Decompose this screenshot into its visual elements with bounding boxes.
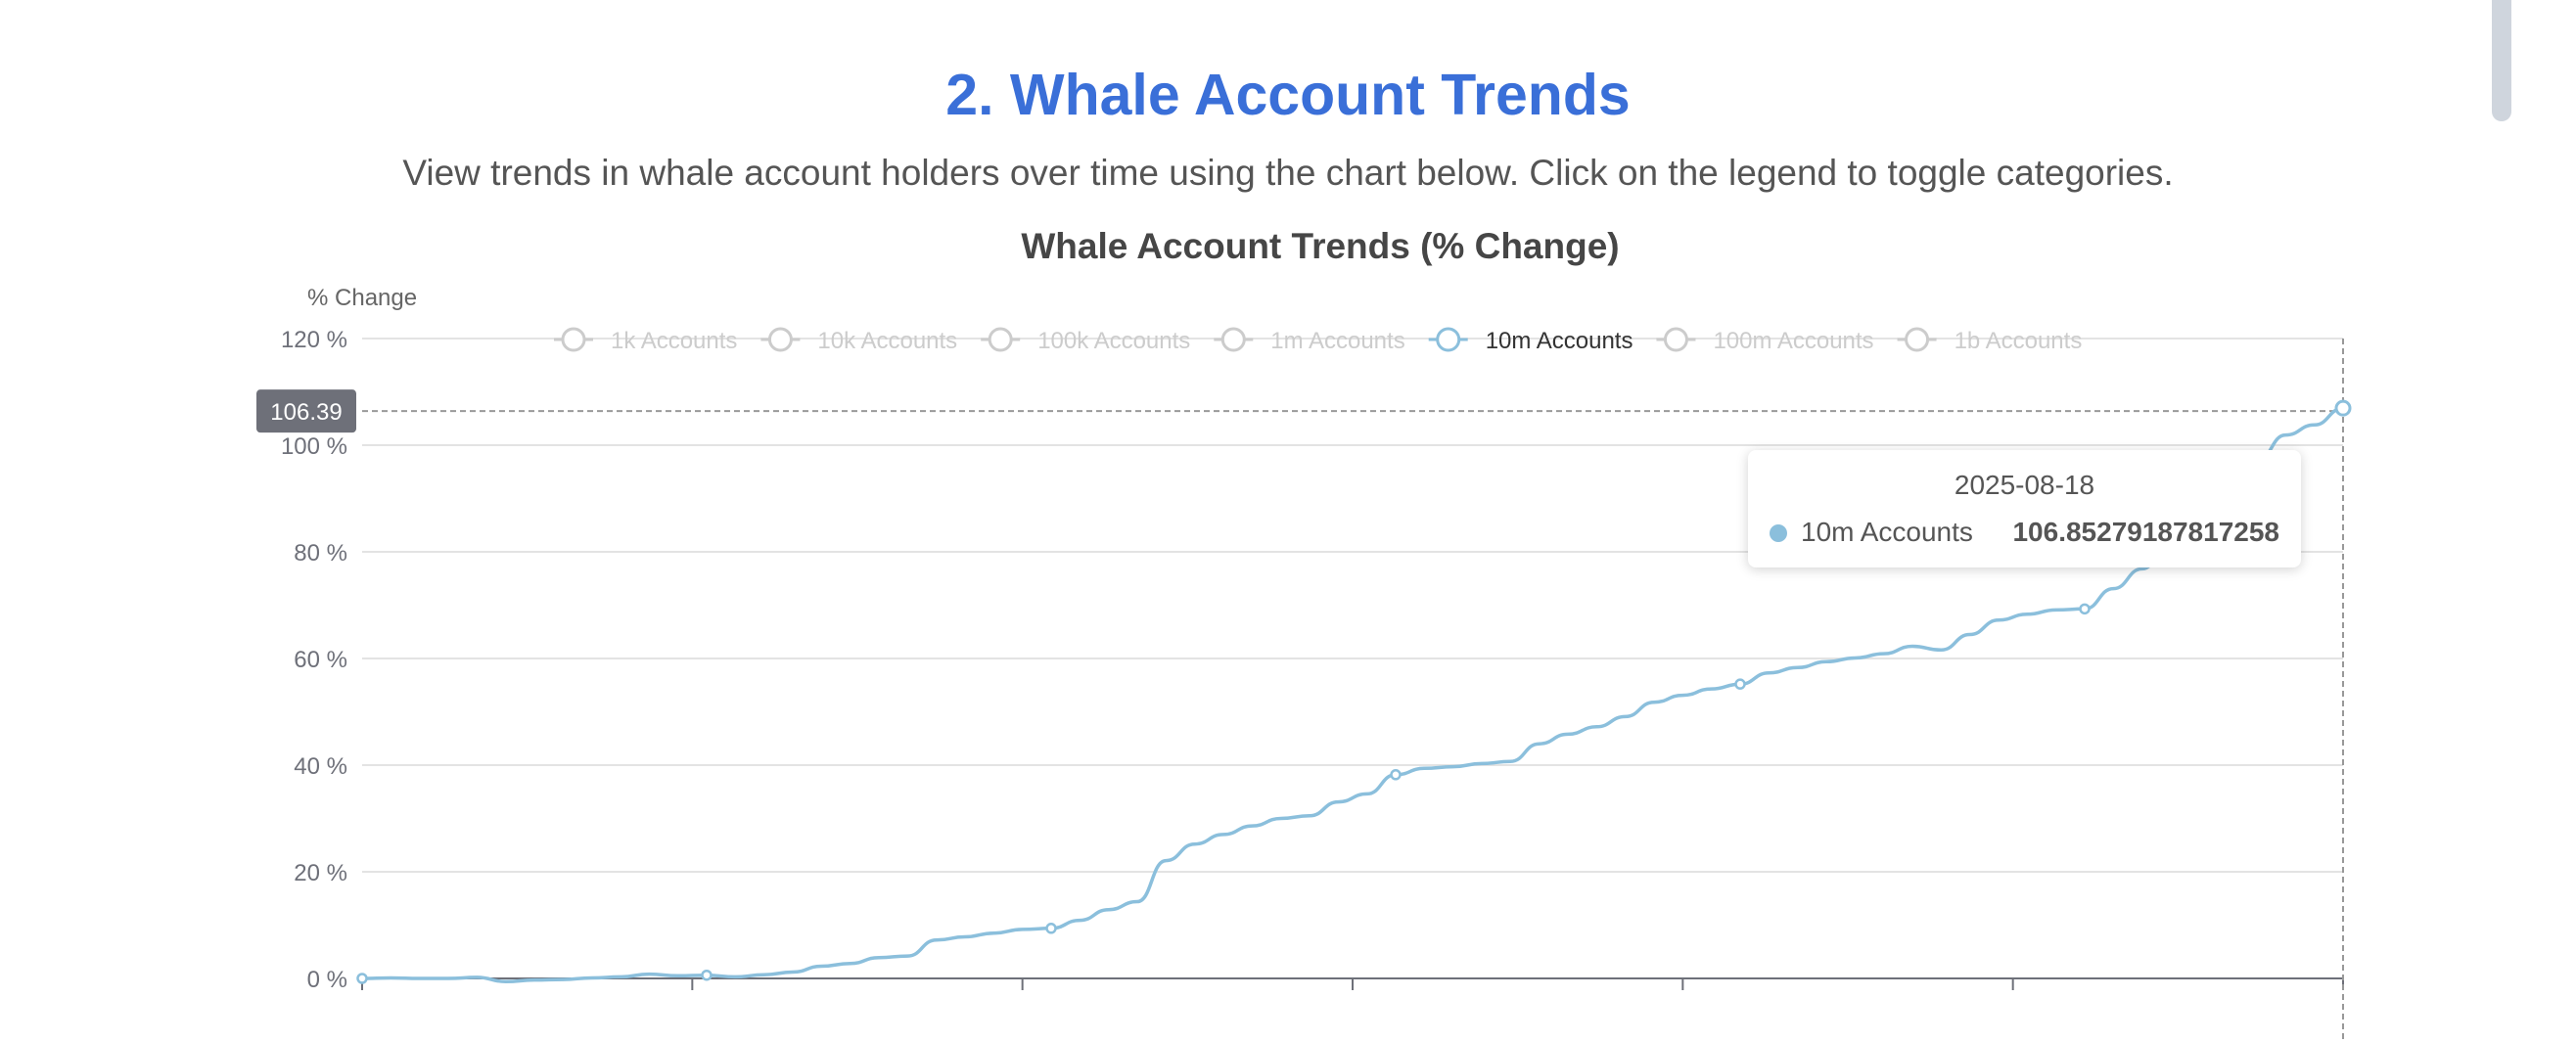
legend[interactable]: 1k Accounts 10k Accounts 100k Accounts 1m A… [554, 327, 2083, 354]
legend-circle-icon [767, 327, 793, 352]
chart-title: Whale Account Trends (% Change) [1021, 226, 1619, 266]
legend-item[interactable]: 100k Accounts [981, 327, 1190, 354]
legend-label: 10k Accounts [817, 328, 957, 354]
tooltip-value: 106.85279187817258 [2012, 517, 2279, 547]
chart-tooltip: 2025-08-18 10m Accounts 106.852791878172… [1748, 450, 2301, 567]
legend-item[interactable]: 1b Accounts [1897, 327, 2083, 354]
y-tick-label: 100 % [281, 433, 347, 460]
scrollbar-thumb[interactable] [2492, 0, 2511, 121]
legend-item[interactable]: 1k Accounts [554, 327, 737, 354]
grid-lines [362, 338, 2343, 873]
y-tick-label: 40 % [294, 753, 347, 780]
legend-item[interactable]: 1m Accounts [1214, 327, 1405, 354]
tooltip-series-marker [1770, 524, 1787, 542]
data-point[interactable] [1390, 769, 1402, 781]
y-tick-label: 60 % [294, 647, 347, 673]
legend-label: 100m Accounts [1713, 328, 1873, 354]
y-axis-label: % Change [307, 285, 417, 311]
legend-item[interactable]: 10k Accounts [760, 327, 957, 354]
tooltip-series-name: 10m Accounts [1801, 517, 1973, 547]
y-tick-label: 80 % [294, 540, 347, 567]
y-tick-label: 0 % [307, 967, 347, 993]
legend-circle-icon [1220, 327, 1246, 352]
y-tick-label: 20 % [294, 860, 347, 886]
legend-label: 10m Accounts [1486, 328, 1633, 354]
legend-circle-icon [561, 327, 586, 352]
x-axis [361, 977, 2344, 990]
legend-label: 1b Accounts [1955, 328, 2083, 354]
data-point[interactable] [1045, 923, 1057, 934]
highlighted-data-point[interactable] [2334, 399, 2352, 417]
y-tick-label: 120 % [281, 327, 347, 353]
legend-circle-icon [1905, 327, 1930, 352]
legend-item[interactable]: 10m Accounts [1428, 327, 1633, 354]
legend-circle-icon [1663, 327, 1688, 352]
data-point[interactable] [701, 969, 713, 981]
legend-label: 100k Accounts [1037, 328, 1190, 354]
data-point[interactable] [1734, 678, 1746, 690]
legend-circle-icon [988, 327, 1013, 352]
legend-item[interactable]: 100m Accounts [1656, 327, 1874, 354]
legend-label: 1k Accounts [611, 328, 737, 354]
legend-circle-icon [1436, 327, 1461, 352]
data-point[interactable] [2079, 603, 2091, 615]
tooltip-date: 2025-08-18 [1954, 470, 2095, 500]
axis-pointer-label: 106.39 [270, 399, 342, 426]
data-point[interactable] [356, 973, 368, 984]
legend-label: 1m Accounts [1270, 328, 1404, 354]
